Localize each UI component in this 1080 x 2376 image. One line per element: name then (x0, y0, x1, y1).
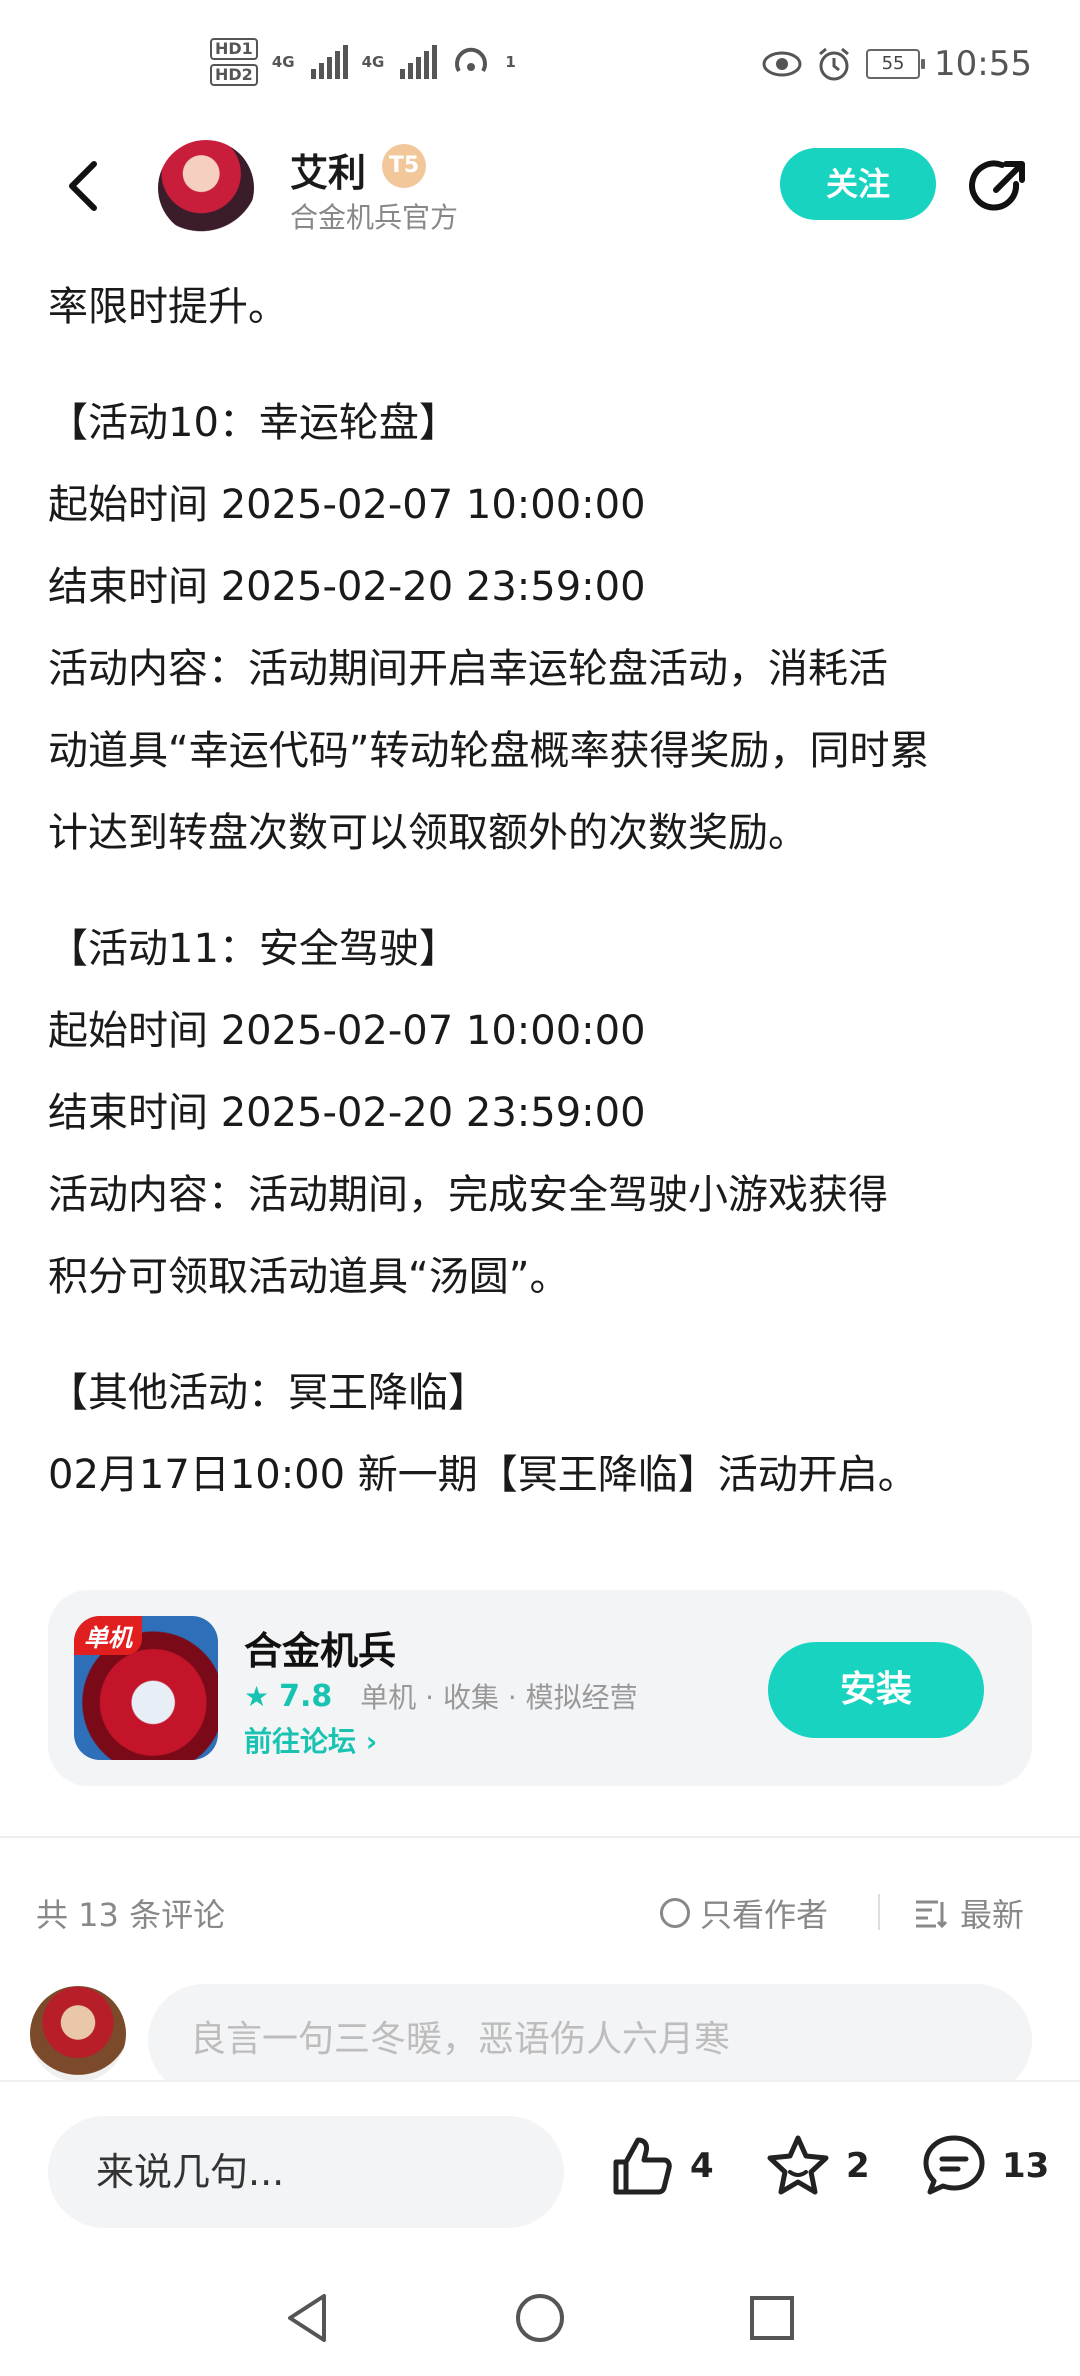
bottom-action-bar: 来说几句... 4 2 13 (0, 2080, 1080, 2262)
forum-link[interactable]: 前往论坛 › (244, 1720, 377, 1760)
back-arrow-icon[interactable] (56, 156, 116, 216)
follow-button[interactable]: 关注 (780, 148, 936, 220)
game-rating: ★ 7.8 单机 · 收集 · 模拟经营 (244, 1676, 638, 1716)
section-end-time: 结束时间 2025-02-20 23:59:00 (48, 564, 646, 610)
battery-icon: 55 (866, 49, 926, 79)
game-icon: 单机 (74, 1616, 218, 1760)
nav-recents-icon[interactable] (742, 2288, 802, 2348)
thumbs-up-icon (613, 2137, 672, 2195)
nav-home-icon[interactable] (510, 2288, 570, 2348)
author-name[interactable]: 艾利 (290, 142, 366, 197)
comment-count: 共 13 条评论 (36, 1896, 226, 1934)
author-only-toggle[interactable]: 只看作者 (660, 1890, 828, 1936)
section-start-time: 起始时间 2025-02-07 10:00:00 (48, 1008, 646, 1054)
eye-icon (762, 51, 802, 77)
comments-bar: 共 13 条评论 只看作者 最新 (36, 1882, 1036, 1942)
clock: 10:55 (934, 44, 1032, 84)
favorite-button[interactable]: 2 (764, 2132, 870, 2200)
sort-icon (916, 1900, 948, 1928)
status-left: HD1 HD2 4G 4G 1 (210, 38, 518, 86)
section-start-time: 起始时间 2025-02-07 10:00:00 (48, 482, 646, 528)
section-title: 【其他活动：冥王降临】 (48, 1370, 488, 1416)
game-tags: 单机 · 收集 · 模拟经营 (360, 1681, 638, 1714)
radio-icon (660, 1898, 690, 1928)
game-icon-tag: 单机 (74, 1616, 142, 1655)
share-icon[interactable] (966, 154, 1032, 220)
separator (878, 1894, 880, 1930)
reply-input[interactable]: 来说几句... (48, 2116, 564, 2228)
sort-label: 最新 (960, 1896, 1025, 1934)
signal-icon-2 (400, 45, 438, 79)
like-count: 4 (690, 2146, 714, 2186)
favorite-star-icon (767, 2135, 829, 2195)
sort-toggle[interactable]: 最新 (914, 1890, 1024, 1936)
current-user-avatar (30, 1986, 126, 2082)
level-badge: T5 (382, 144, 426, 188)
game-card[interactable]: 单机 合金机兵 ★ 7.8 单机 · 收集 · 模拟经营 前往论坛 › 安装 (48, 1590, 1032, 1786)
section-content-line: 02月17日10:00 新一期【冥王降临】活动开启。 (48, 1452, 918, 1498)
article-body: 活动内容：活动期间，精英招募获得2级角色的概 率限时提升。 【活动10：幸运轮盘… (48, 202, 1038, 1516)
post-header: 艾利 T5 合金机兵官方 关注 (0, 130, 1080, 245)
author-subtitle: 合金机兵官方 (290, 201, 459, 234)
comment-total: 13 (1002, 2146, 1050, 2186)
author-only-label: 只看作者 (700, 1896, 829, 1934)
nav-back-icon[interactable] (278, 2288, 338, 2348)
status-bar: HD1 HD2 4G 4G 1 55 10:55 (0, 0, 1080, 130)
comment-button[interactable]: 13 (920, 2132, 1049, 2200)
section-content-line: 积分可领取活动道具“汤圆”。 (48, 1254, 570, 1300)
game-name: 合金机兵 (244, 1629, 397, 1673)
divider (0, 1836, 1080, 1838)
like-button[interactable]: 4 (608, 2132, 714, 2200)
section-title: 【活动10：幸运轮盘】 (48, 400, 459, 446)
author-avatar[interactable] (158, 140, 254, 236)
favorite-count: 2 (846, 2146, 870, 2186)
comment-icon (923, 2135, 985, 2195)
article-line: 率限时提升。 (48, 284, 288, 330)
hd-indicator: HD1 HD2 (210, 38, 258, 86)
rating-score: 7.8 (279, 1678, 333, 1714)
hotspot-count: 1 (505, 53, 516, 71)
install-button[interactable]: 安装 (768, 1642, 984, 1738)
hd1-badge: HD1 (210, 38, 258, 60)
section-end-time: 结束时间 2025-02-20 23:59:00 (48, 1090, 646, 1136)
hotspot-icon (455, 47, 488, 73)
section-content-line: 计达到转盘次数可以领取额外的次数奖励。 (48, 810, 808, 856)
star-icon: ★ (244, 1679, 270, 1713)
status-right: 55 10:55 (762, 44, 1032, 84)
network-type-2: 4G (361, 53, 385, 71)
section-content-line: 活动内容：活动期间，完成安全驾驶小游戏获得 (48, 1172, 888, 1218)
section-content-line: 动道具“幸运代码”转动轮盘概率获得奖励，同时累 (48, 728, 930, 774)
system-nav-bar (0, 2260, 1080, 2376)
alarm-icon (819, 47, 849, 81)
hd2-badge: HD2 (210, 64, 258, 86)
signal-icon-1 (310, 45, 348, 79)
section-title: 【活动11：安全驾驶】 (48, 926, 459, 972)
network-type-1: 4G (271, 53, 295, 71)
section-content-line: 活动内容：活动期间开启幸运轮盘活动，消耗活 (48, 646, 888, 692)
